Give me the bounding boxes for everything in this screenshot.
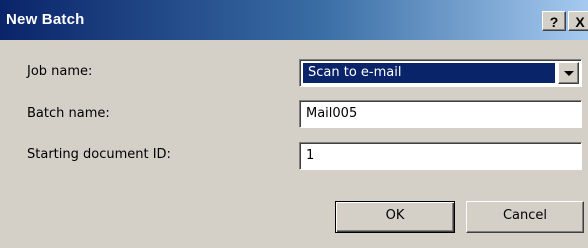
cancel-button[interactable]: Cancel (466, 201, 584, 233)
window-title: New Batch (6, 11, 85, 28)
ok-button[interactable]: OK (335, 201, 455, 233)
chevron-down-icon[interactable] (558, 62, 579, 84)
starting-document-id-value: 1 (306, 148, 315, 163)
starting-document-id-label: Starting document ID: (27, 147, 171, 162)
batch-name-field[interactable]: Mail005 (299, 100, 582, 128)
new-batch-dialog: New Batch ? X Job name: Scan to e-mail B… (0, 0, 588, 248)
title-bar[interactable]: New Batch ? X (0, 0, 588, 40)
help-button[interactable]: ? (542, 11, 566, 31)
job-name-selection: Scan to e-mail (303, 63, 555, 83)
job-name-label: Job name: (27, 64, 93, 79)
batch-name-label: Batch name: (27, 106, 110, 121)
job-name-value: Scan to e-mail (308, 65, 402, 80)
close-button[interactable]: X (568, 11, 588, 31)
job-name-dropdown[interactable]: Scan to e-mail (299, 59, 582, 87)
starting-document-id-field[interactable]: 1 (299, 142, 582, 170)
batch-name-value: Mail005 (306, 106, 358, 121)
